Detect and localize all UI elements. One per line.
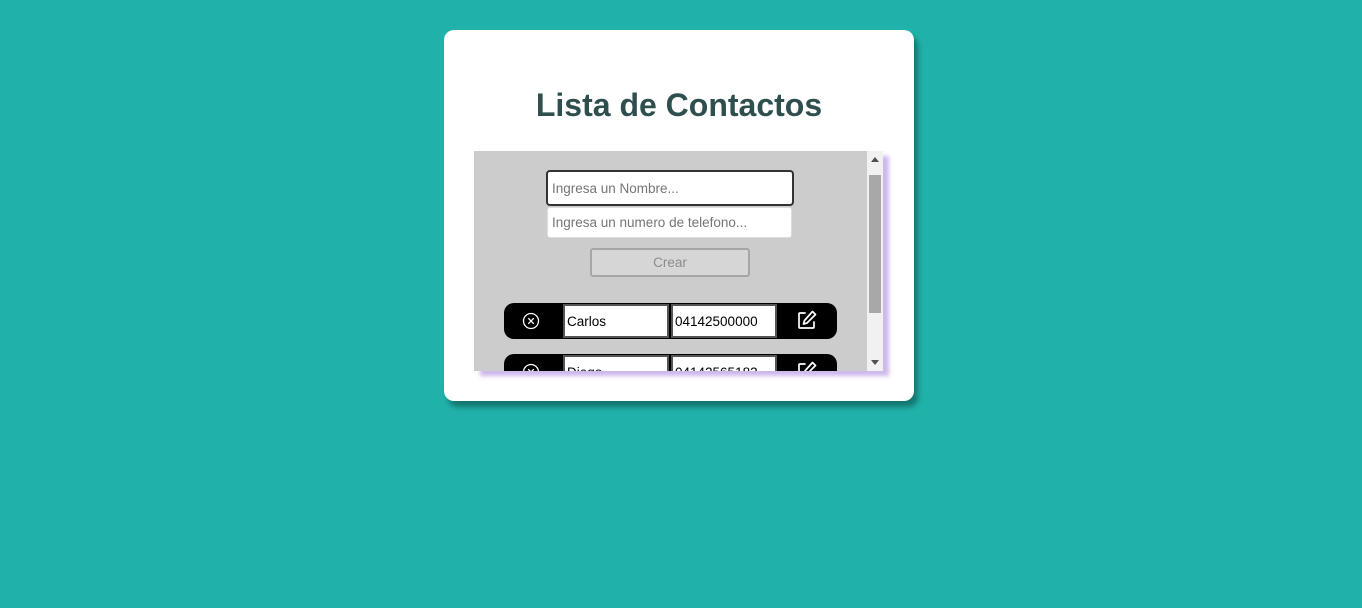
contact-phone-field[interactable] bbox=[671, 304, 777, 338]
scrollbar-thumb[interactable] bbox=[869, 175, 881, 313]
contact-row bbox=[504, 303, 837, 339]
create-button[interactable]: Crear bbox=[590, 248, 750, 277]
scroll-up-arrow-icon[interactable] bbox=[871, 157, 879, 162]
contacts-panel-container: Crear bbox=[474, 151, 883, 371]
edit-contact-icon[interactable] bbox=[796, 309, 818, 331]
name-input[interactable] bbox=[546, 170, 794, 206]
scroll-down-arrow-icon[interactable] bbox=[871, 360, 879, 365]
page-title: Lista de Contactos bbox=[535, 87, 823, 123]
phone-input[interactable] bbox=[547, 207, 792, 238]
delete-contact-icon[interactable] bbox=[522, 312, 540, 330]
delete-contact-icon[interactable] bbox=[522, 363, 540, 371]
contact-name-field[interactable] bbox=[563, 355, 669, 371]
contacts-card: Lista de Contactos Crear bbox=[444, 30, 914, 401]
contact-phone-field[interactable] bbox=[671, 355, 777, 371]
panel-scrollbar[interactable] bbox=[867, 151, 883, 371]
contacts-panel: Crear bbox=[474, 151, 867, 371]
contact-name-field[interactable] bbox=[563, 304, 669, 338]
contact-row bbox=[504, 354, 837, 371]
edit-contact-icon[interactable] bbox=[796, 360, 818, 371]
